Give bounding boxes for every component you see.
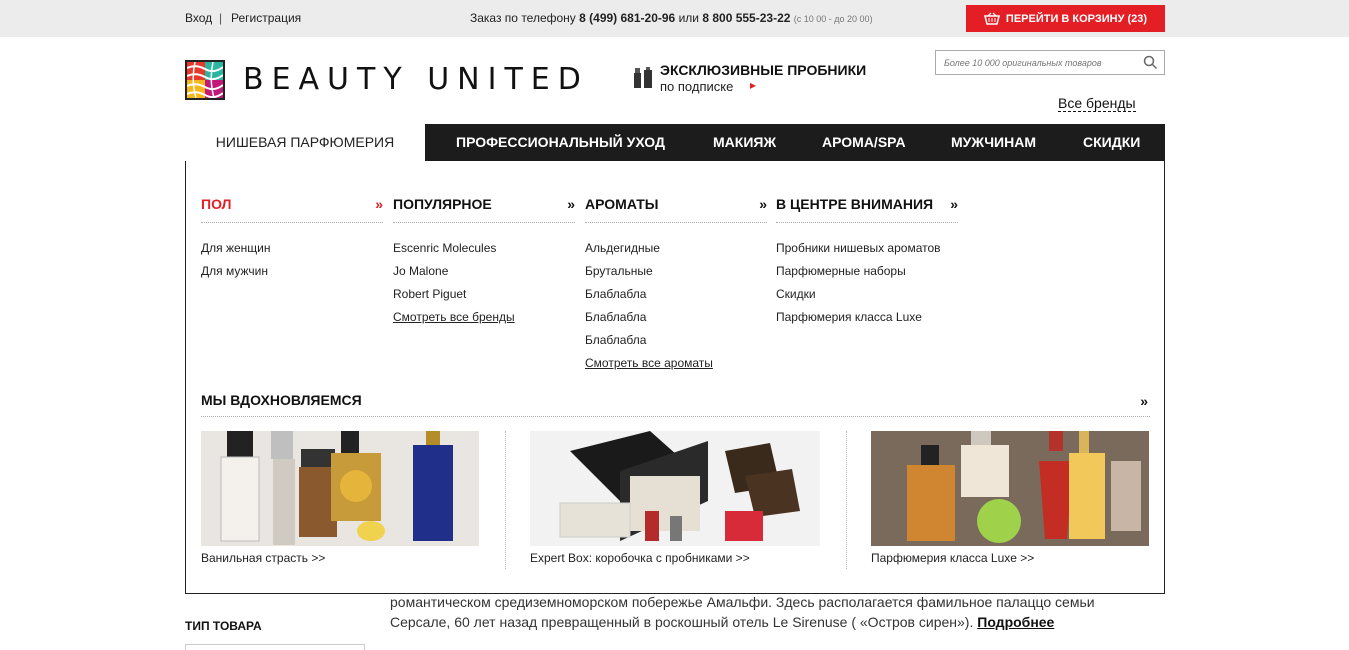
mega-menu-dropdown: ПОЛ » Для женщин Для мужчин ПОПУЛЯРНОЕ »… [185,161,1165,594]
column-title: В ЦЕНТРЕ ВНИМАНИЯ [776,196,934,212]
search-input[interactable] [944,52,1139,73]
main-menu: НИШЕВАЯ ПАРФЮМЕРИЯ ПРОФЕССИОНАЛЬНЫЙ УХОД… [185,124,1165,161]
link-brand[interactable]: Robert Piguet [393,287,466,301]
chevron-right-icon: » [375,196,383,212]
order-prefix: Заказ по телефону [470,11,576,25]
chevron-right-icon: » [567,196,575,212]
column-title: АРОМАТЫ [585,196,659,212]
link-spotlight[interactable]: Пробники нишевых ароматов [776,241,941,255]
link-for-men[interactable]: Для мужчин [201,264,268,278]
logo-text[interactable]: BEAUTY UNITED [243,62,589,97]
basket-icon [983,12,1000,25]
article-line-2: Серсале, 60 лет назад превращенный в рос… [390,612,1150,632]
samples-icon [634,67,652,88]
samples-subtitle[interactable]: по подписке [660,79,733,94]
search-icon[interactable] [1143,55,1158,70]
search-box [935,50,1165,75]
link-all-brands[interactable]: Смотреть все бренды [393,310,515,324]
card-caption[interactable]: Ванильная страсть >> [201,551,325,565]
link-aroma[interactable]: Альдегидные [585,241,660,255]
cart-button[interactable]: ПЕРЕЙТИ В КОРЗИНУ (23) [966,5,1165,32]
menu-item-makeup[interactable]: МАКИЯЖ [713,124,776,161]
chevron-right-icon: » [759,196,767,212]
phone-2[interactable]: 8 800 555-23-22 [702,11,790,25]
link-brand[interactable]: Jo Malone [393,264,448,278]
column-header-spotlight[interactable]: В ЦЕНТРЕ ВНИМАНИЯ » [776,196,958,223]
link-spotlight[interactable]: Парфюмерные наборы [776,264,906,278]
chevron-right-icon: » [950,196,958,212]
product-type-select[interactable] [185,644,365,650]
menu-item-aroma-spa[interactable]: АРОМА/SPA [822,124,906,161]
chevron-right-icon: » [1140,393,1148,409]
register-link[interactable]: Регистрация [231,11,301,25]
link-aroma[interactable]: Блаблабла [585,333,646,347]
phone-1[interactable]: 8 (499) 681-20-96 [579,11,675,25]
column-header-aromas[interactable]: АРОМАТЫ » [585,196,767,223]
link-all-aromas[interactable]: Смотреть все ароматы [585,356,713,370]
column-header-gender[interactable]: ПОЛ » [201,196,383,223]
inspired-title: МЫ ВДОХНОВЛЯЕМСЯ [201,392,362,408]
menu-item-sales[interactable]: СКИДКИ [1083,124,1140,161]
samples-title[interactable]: ЭКСКЛЮЗИВНЫЕ ПРОБНИКИ [660,62,866,78]
article-line: романтическом средиземноморском побережь… [390,594,1095,610]
card-caption[interactable]: Парфюмерия класса Luxe >> [871,551,1034,565]
link-spotlight[interactable]: Скидки [776,287,816,301]
menu-item-professional-care[interactable]: ПРОФЕССИОНАЛЬНЫЙ УХОД [456,124,665,161]
article-line-text: Серсале, 60 лет назад превращенный в рос… [390,614,974,630]
card-divider [846,431,847,569]
column-title: ПОЛ [201,196,232,212]
topbar-separator: | [219,11,223,25]
link-for-women[interactable]: Для женщин [201,241,271,255]
all-brands-link[interactable]: Все бренды [1058,95,1136,112]
card-divider [505,431,506,569]
order-phone-info: Заказ по телефону 8 (499) 681-20-96 или … [470,11,873,25]
link-spotlight[interactable]: Парфюмерия класса Luxe [776,310,922,324]
menu-item-niche-perfume[interactable]: НИШЕВАЯ ПАРФЮМЕРИЯ [185,124,425,161]
product-type-label: ТИП ТОВАРА [185,619,262,633]
read-more-link[interactable]: Подробнее [977,614,1054,630]
column-header-popular[interactable]: ПОПУЛЯРНОЕ » [393,196,575,223]
article-text: романтическом средиземноморском побережь… [390,592,1150,632]
working-hours: (с 10 00 - до 20 00) [793,14,873,24]
order-or: или [678,11,699,25]
link-brand[interactable]: Escenric Molecules [393,241,496,255]
menu-item-men[interactable]: МУЖЧИНАМ [951,124,1036,161]
cart-label: ПЕРЕЙТИ В КОРЗИНУ (23) [1005,12,1148,25]
card-image-luxe[interactable] [871,431,1149,546]
link-aroma[interactable]: Блаблабла [585,310,646,324]
inspired-header[interactable]: МЫ ВДОХНОВЛЯЕМСЯ » [201,392,1150,417]
link-aroma[interactable]: Брутальные [585,264,653,278]
card-image-expert-box[interactable] [530,431,820,546]
logo-mark-icon[interactable] [185,60,225,100]
card-caption[interactable]: Expert Box: коробочка с пробниками >> [530,551,750,565]
login-link[interactable]: Вход [185,11,212,25]
link-aroma[interactable]: Блаблабла [585,287,646,301]
card-image-vanilla[interactable] [201,431,479,546]
samples-arrow-icon: ▸ [750,78,757,92]
column-title: ПОПУЛЯРНОЕ [393,196,492,212]
